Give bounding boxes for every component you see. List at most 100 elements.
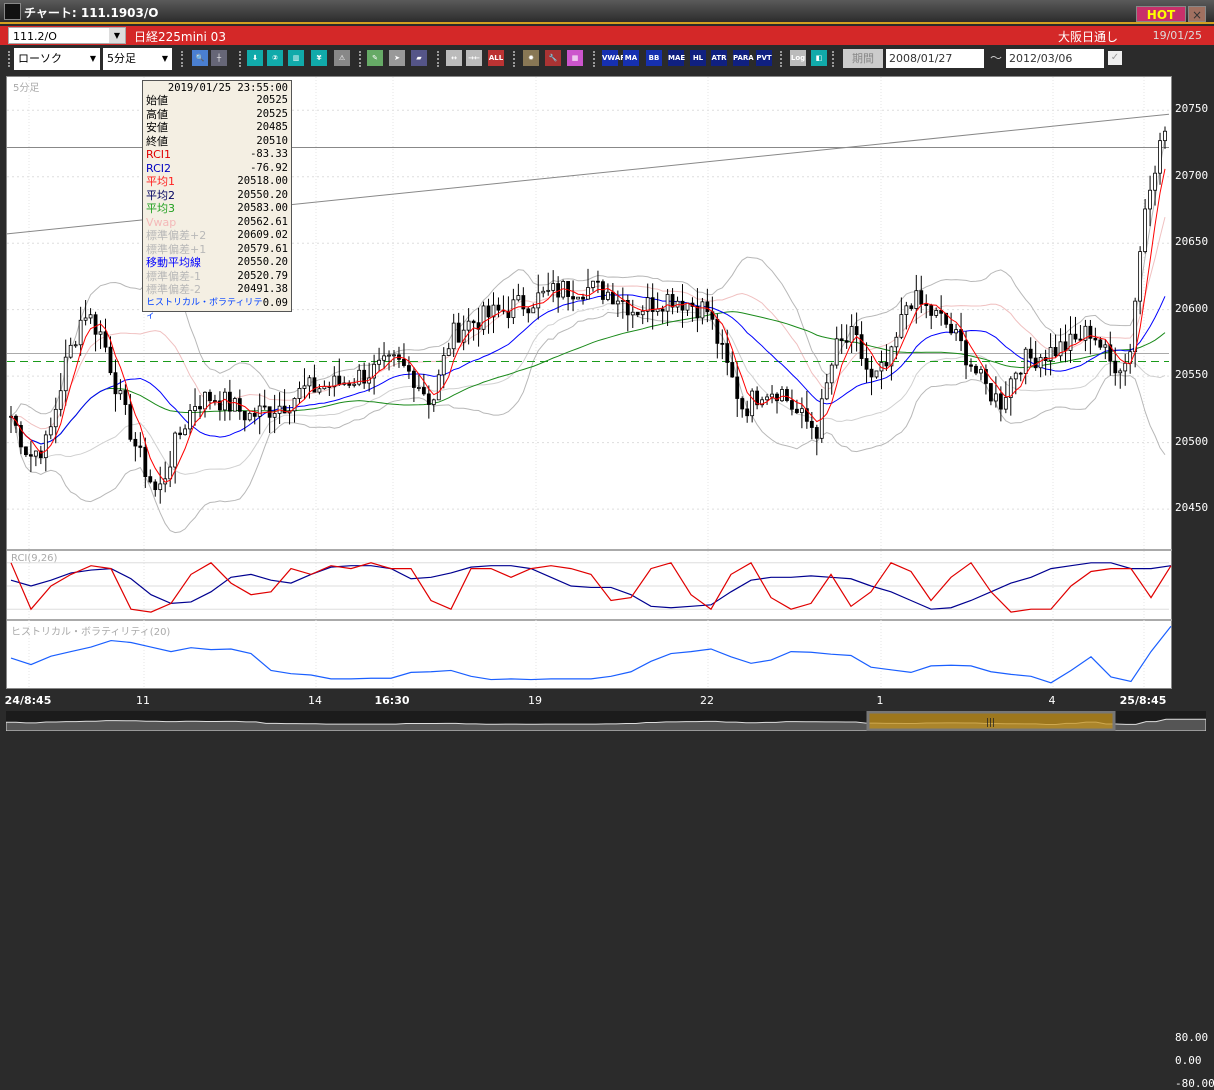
time-tick-label: 1 bbox=[876, 694, 884, 707]
tooltip-value: 0.09 bbox=[262, 296, 288, 309]
historical-volatility-line bbox=[10, 625, 1172, 684]
all-icon[interactable]: ALL bbox=[488, 50, 504, 66]
candle bbox=[153, 481, 158, 491]
yen-icon[interactable]: ¥ bbox=[311, 50, 327, 66]
candle bbox=[108, 346, 113, 374]
candle bbox=[1063, 341, 1068, 351]
bb-icon[interactable]: BB bbox=[646, 50, 662, 66]
close-button[interactable]: × bbox=[1188, 6, 1206, 22]
zoom-icon[interactable]: 🔍 bbox=[192, 50, 208, 66]
candle bbox=[859, 334, 864, 359]
toolbar-grip[interactable] bbox=[832, 51, 834, 67]
hot-button[interactable]: HOT bbox=[1136, 6, 1186, 22]
eraser-icon[interactable]: ▰ bbox=[411, 50, 427, 66]
candle bbox=[1138, 251, 1143, 302]
wrench-icon[interactable]: 🔧 bbox=[545, 50, 561, 66]
candle bbox=[446, 348, 451, 356]
tooltip-value: 20491.38 bbox=[237, 283, 288, 295]
settings-icon[interactable]: ✹ bbox=[523, 50, 539, 66]
log-icon[interactable]: Log bbox=[790, 50, 806, 66]
chart-type-select[interactable]: ローソク ▼ bbox=[14, 48, 100, 70]
toolbar-grip[interactable] bbox=[593, 51, 595, 67]
candle bbox=[128, 404, 133, 440]
alert-icon[interactable]: ⚠ bbox=[334, 50, 350, 66]
search-chart-icon[interactable]: ② bbox=[267, 50, 283, 66]
color-icon[interactable]: ▦ bbox=[567, 50, 583, 66]
candle bbox=[252, 412, 257, 417]
rci-tick-label: 0.00 bbox=[1175, 1054, 1202, 1067]
pvt-icon[interactable]: PVT bbox=[756, 50, 772, 66]
toolbar-grip[interactable] bbox=[437, 51, 439, 67]
toolbar-grip[interactable] bbox=[780, 51, 782, 67]
interval-select[interactable]: 5分足 ▼ bbox=[103, 48, 172, 70]
candle bbox=[809, 420, 814, 428]
expand-icon[interactable]: ↔ bbox=[446, 50, 462, 66]
candle bbox=[909, 305, 914, 309]
chart-scrollbar[interactable]: ||| bbox=[5, 710, 1207, 732]
candle bbox=[257, 405, 262, 417]
tooltip-row: 標準偏差+1 20579.61 bbox=[146, 243, 288, 257]
candle bbox=[640, 310, 645, 316]
candle bbox=[123, 390, 128, 405]
time-tick-label: 14 bbox=[308, 694, 322, 707]
candle bbox=[178, 432, 183, 436]
candle bbox=[989, 383, 993, 402]
tooltip-value: 20609.02 bbox=[237, 229, 288, 241]
para-icon[interactable]: PARA bbox=[733, 50, 754, 66]
candle bbox=[481, 305, 486, 330]
crosshair-icon[interactable]: ┼ bbox=[211, 50, 227, 66]
tooltip-value: 20525 bbox=[256, 94, 288, 106]
tooltip-row: 平均2 20550.20 bbox=[146, 189, 288, 203]
toolbar-grip[interactable] bbox=[181, 51, 183, 67]
download-icon[interactable]: ⬇ bbox=[247, 50, 263, 66]
chevron-down-icon[interactable]: ▼ bbox=[109, 28, 125, 43]
split-icon[interactable]: ◧ bbox=[811, 50, 827, 66]
pointer-icon[interactable]: ➤ bbox=[389, 50, 405, 66]
candle bbox=[770, 393, 774, 398]
tooltip-value: 20485 bbox=[256, 121, 288, 133]
scroller-grip-icon[interactable]: ||| bbox=[986, 718, 995, 728]
hl-icon[interactable]: HL bbox=[690, 50, 706, 66]
symbol-name: 日経225mini 03 bbox=[134, 30, 226, 44]
atr-icon[interactable]: ATR bbox=[711, 50, 727, 66]
shrink-icon[interactable]: →← bbox=[466, 50, 482, 66]
date-to-input[interactable]: 2012/03/06 bbox=[1006, 49, 1104, 68]
candle bbox=[874, 370, 879, 378]
tooltip-label: 安値 bbox=[146, 121, 168, 134]
tooltip-row: RCI2 -76.92 bbox=[146, 162, 288, 176]
symbol-select[interactable]: 111.2/O ▼ bbox=[8, 27, 126, 44]
toolbar-grip[interactable] bbox=[513, 51, 515, 67]
toolbar-grip[interactable] bbox=[359, 51, 361, 67]
pencil-icon[interactable]: ✎ bbox=[367, 50, 383, 66]
candle bbox=[645, 297, 650, 312]
candle bbox=[576, 296, 580, 300]
tooltip-label: 平均1 bbox=[146, 175, 175, 188]
period-button[interactable]: 期間 bbox=[843, 49, 883, 68]
mae-icon[interactable]: MAE bbox=[668, 50, 685, 66]
candle bbox=[954, 329, 958, 334]
candle bbox=[193, 406, 197, 411]
time-tick-label: 22 bbox=[700, 694, 714, 707]
vwap-icon[interactable]: VWAP bbox=[602, 50, 625, 66]
candle bbox=[904, 305, 909, 315]
date-range-checkbox[interactable]: ✓ bbox=[1108, 51, 1122, 65]
price-tick-label: 20450 bbox=[1175, 501, 1209, 515]
toolbar-grip[interactable] bbox=[239, 51, 241, 67]
tooltip-row: ヒストリカル・ボラティリティ 0.09 bbox=[146, 296, 288, 322]
bar-chart-icon[interactable]: ▥ bbox=[288, 50, 304, 66]
candle bbox=[591, 280, 595, 288]
tooltip-label: 終値 bbox=[146, 134, 168, 148]
main-panel-label: 5分足 bbox=[13, 83, 40, 94]
candle bbox=[103, 331, 108, 348]
ma-icon[interactable]: MA bbox=[623, 50, 639, 66]
candle bbox=[1013, 372, 1018, 380]
tooltip-value: 20550.20 bbox=[237, 188, 288, 201]
candle bbox=[993, 393, 998, 402]
candle bbox=[203, 391, 207, 410]
candle bbox=[785, 389, 789, 401]
candle bbox=[247, 412, 252, 421]
toolbar-grip[interactable] bbox=[8, 51, 10, 67]
candle bbox=[914, 290, 919, 309]
date-from-input[interactable]: 2008/01/27 bbox=[886, 49, 984, 68]
candle bbox=[740, 398, 745, 410]
